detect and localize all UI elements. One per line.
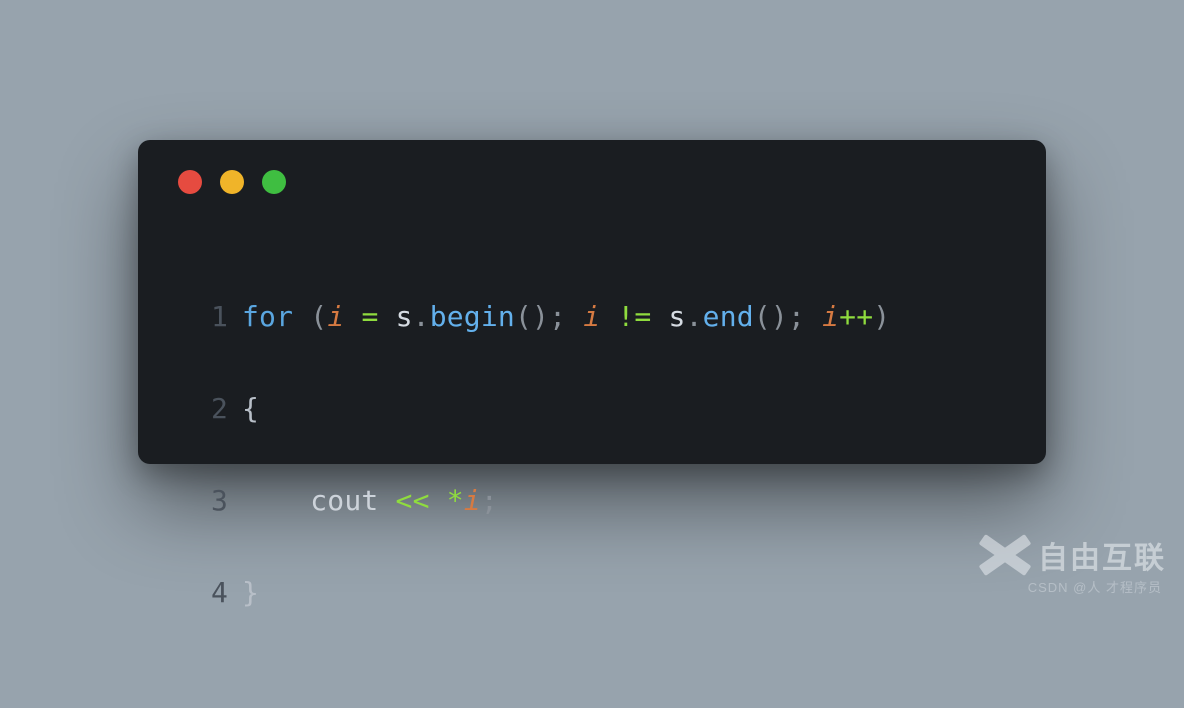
watermark-attribution: CSDN @人 才程序员 bbox=[1028, 577, 1162, 596]
line-number: 2 bbox=[172, 386, 228, 432]
variable-i: i bbox=[327, 300, 344, 333]
code-line-1: 1for (i = s.begin(); i != s.end(); i++) bbox=[172, 294, 1012, 340]
semicolon: ; bbox=[481, 484, 498, 517]
close-icon[interactable] bbox=[178, 170, 202, 194]
line-number: 1 bbox=[172, 294, 228, 340]
dot-operator: . bbox=[413, 300, 430, 333]
watermark-brand: 自由互联 bbox=[982, 532, 1166, 578]
semicolon: ; bbox=[549, 300, 566, 333]
operator-lshift: << bbox=[396, 484, 430, 517]
identifier-cout: cout bbox=[310, 484, 378, 517]
brace-close: } bbox=[242, 576, 259, 609]
operator-neq: != bbox=[617, 300, 651, 333]
maximize-icon[interactable] bbox=[262, 170, 286, 194]
keyword-for: for bbox=[242, 300, 293, 333]
variable-s: s bbox=[396, 300, 413, 333]
window-controls bbox=[178, 170, 1012, 194]
code-block: 1for (i = s.begin(); i != s.end(); i++) … bbox=[172, 248, 1012, 708]
operator-deref: * bbox=[447, 484, 464, 517]
code-window: 1for (i = s.begin(); i != s.end(); i++) … bbox=[138, 140, 1046, 464]
variable-s: s bbox=[669, 300, 686, 333]
dot-operator: . bbox=[686, 300, 703, 333]
brace-open: { bbox=[242, 392, 259, 425]
semicolon: ; bbox=[788, 300, 805, 333]
variable-i: i bbox=[583, 300, 600, 333]
operator-assign: = bbox=[361, 300, 378, 333]
code-line-2: 2{ bbox=[172, 386, 1012, 432]
operator-increment: ++ bbox=[839, 300, 873, 333]
code-line-3: 3 cout << *i; bbox=[172, 478, 1012, 524]
variable-i: i bbox=[822, 300, 839, 333]
line-number: 3 bbox=[172, 478, 228, 524]
code-line-4: 4} bbox=[172, 570, 1012, 616]
variable-i: i bbox=[464, 484, 481, 517]
paren-close: ) bbox=[873, 300, 890, 333]
brand-x-icon bbox=[982, 532, 1028, 578]
method-end: end bbox=[703, 300, 754, 333]
brand-text: 自由互联 bbox=[1038, 533, 1166, 577]
line-number: 4 bbox=[172, 570, 228, 616]
paren-open: ( bbox=[310, 300, 327, 333]
minimize-icon[interactable] bbox=[220, 170, 244, 194]
method-begin: begin bbox=[430, 300, 515, 333]
